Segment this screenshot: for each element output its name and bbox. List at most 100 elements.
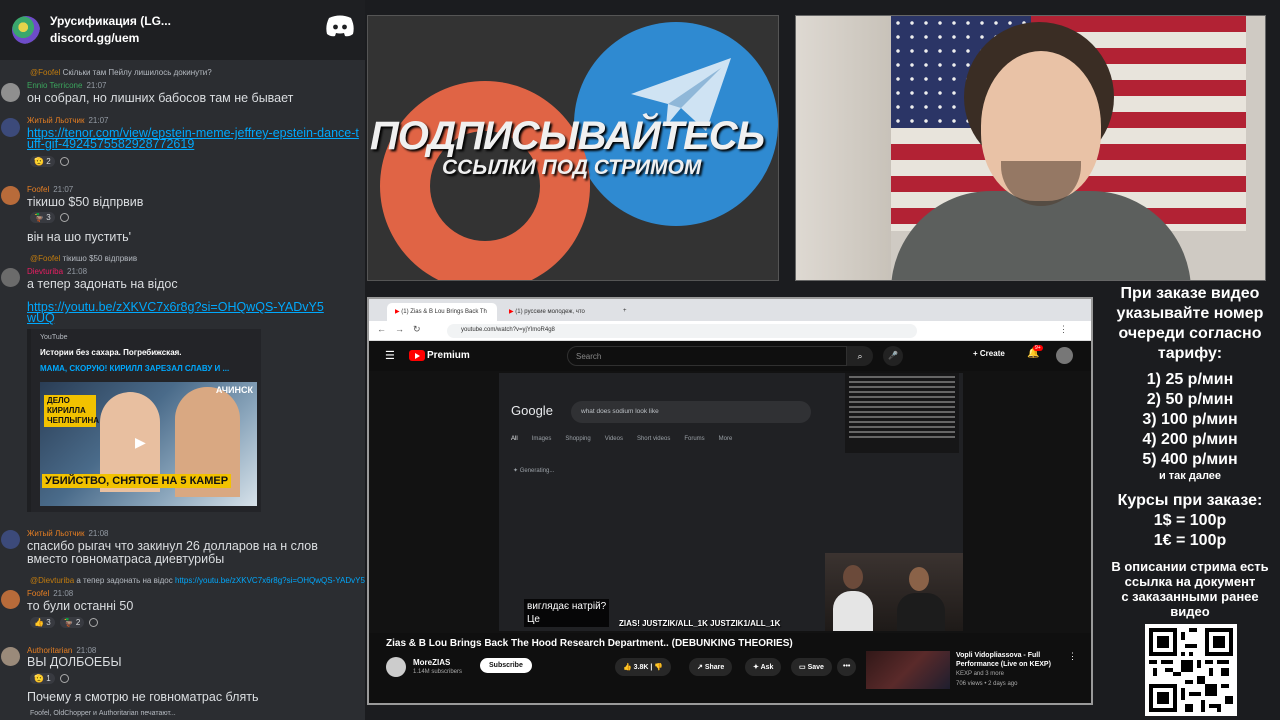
server-name: Урусификация (LG... bbox=[50, 14, 171, 28]
username[interactable]: Dievturiba 21:08 bbox=[27, 267, 87, 276]
save-button[interactable]: ▭ Save bbox=[791, 658, 832, 676]
subscribe-promo: ПОДПИСЫВАЙТЕСЬ ССЫЛКИ ПОД СТРИМОМ bbox=[367, 15, 779, 281]
qr-code bbox=[1145, 624, 1237, 716]
reactions[interactable]: 🦆 3 bbox=[30, 212, 69, 223]
thumbnail-badge: ДЕЛО КИРИЛЛА ЧЕПЛЫГИНА bbox=[44, 395, 99, 427]
patreon-logo-icon bbox=[380, 81, 590, 280]
like-button[interactable]: 👍 3.8K | 👎 bbox=[615, 658, 672, 676]
add-reaction-icon[interactable] bbox=[59, 213, 69, 222]
avatar[interactable] bbox=[1, 268, 20, 287]
generating-label: ✦ Generating... bbox=[513, 468, 555, 474]
username[interactable]: Foofel 21:08 bbox=[27, 589, 73, 598]
message-link[interactable]: https://tenor.com/view/epstein-meme-jeff… bbox=[27, 127, 362, 151]
description-note: с заказанными ранее bbox=[1121, 589, 1259, 604]
embed-thumbnail[interactable]: ДЕЛО КИРИЛЛА ЧЕПЛЫГИНА АЧИНСК ▶ УБИЙСТВО… bbox=[40, 382, 257, 506]
tariff-item: 4) 200 р/мин bbox=[1142, 431, 1238, 448]
tab-youtube-second[interactable]: ▶ (1) русские молодеж, что bbox=[501, 303, 611, 321]
microphone-icon[interactable]: 🎤 bbox=[883, 346, 903, 366]
avatar[interactable] bbox=[1, 83, 20, 102]
webcam-feed bbox=[795, 15, 1266, 281]
thumbnail-caption: УБИЙСТВО, СНЯТОЕ НА 5 КАМЕР bbox=[42, 474, 232, 488]
subscribe-button[interactable]: Subscribe bbox=[480, 658, 532, 673]
video-frame: Google what does sodium look like All Ima… bbox=[499, 373, 963, 631]
embed-author[interactable]: Истории без сахара. Погребижская. bbox=[40, 348, 182, 357]
avatar[interactable] bbox=[1, 118, 20, 137]
premium-label[interactable]: Premium bbox=[427, 350, 470, 361]
rate-item: 1€ = 100р bbox=[1153, 532, 1227, 549]
reactions[interactable]: 🫡 2 bbox=[30, 156, 69, 167]
avatar[interactable] bbox=[1056, 347, 1073, 364]
order-intro: очереди согласно bbox=[1118, 325, 1262, 342]
tariff-item: 1) 25 р/мин bbox=[1146, 371, 1234, 388]
tariff-item: 2) 50 р/мин bbox=[1146, 391, 1234, 408]
add-reaction-icon[interactable] bbox=[59, 157, 69, 166]
server-link[interactable]: discord.gg/uem bbox=[50, 30, 171, 47]
channel-name[interactable]: MoreZIAS bbox=[413, 658, 450, 667]
reaction[interactable]: 🦆 2 bbox=[59, 617, 85, 628]
message-text: ВЫ ДОЛБОЕБЫ bbox=[27, 655, 122, 669]
order-intro: тарифу: bbox=[1157, 345, 1223, 362]
reaction[interactable]: 🫡 1 bbox=[30, 673, 55, 684]
add-reaction-icon[interactable] bbox=[89, 618, 99, 627]
reaction[interactable]: 🫡 2 bbox=[30, 156, 55, 167]
avatar[interactable] bbox=[1, 590, 20, 609]
recommended-video[interactable]: Vopli Vidopliassova - Full Performance (… bbox=[866, 651, 1086, 689]
recommended-thumbnail[interactable] bbox=[866, 651, 950, 689]
reaction[interactable]: 🦆 3 bbox=[30, 212, 55, 223]
username[interactable]: Житый Льотчик 21:08 bbox=[27, 529, 108, 538]
message-text: він на шо пустить' bbox=[27, 230, 132, 244]
message-link[interactable]: https://youtu.be/zXKVC7x6r8g?si=OHQwQS-Y… bbox=[27, 301, 327, 325]
tab-youtube-video[interactable]: ▶ (1) Zias & B Lou Brings Back Th bbox=[387, 303, 497, 321]
description-note: видео bbox=[1170, 604, 1210, 619]
video-player[interactable]: Google what does sodium look like All Ima… bbox=[369, 371, 1091, 633]
discord-chat-panel: Урусификация (LG... discord.gg/uem @Foof… bbox=[0, 0, 365, 720]
reply-preview[interactable]: @Foofel тікишо $50 відпрвив bbox=[30, 254, 137, 263]
forward-icon[interactable]: → bbox=[395, 324, 404, 334]
reactions[interactable]: 🫡 1 bbox=[30, 673, 69, 684]
create-button[interactable]: + Create bbox=[973, 349, 1005, 358]
kebab-menu-icon[interactable]: ⋮ bbox=[1068, 651, 1077, 662]
bell-icon[interactable]: 🔔 9+ bbox=[1027, 345, 1043, 359]
new-tab-button[interactable]: + bbox=[615, 303, 635, 321]
reaction[interactable]: 👍 3 bbox=[30, 617, 55, 628]
message-text: вместо говноматраса диевтурибы bbox=[27, 552, 225, 566]
reply-preview[interactable]: @Dievturiba а тепер задонать на відос ht… bbox=[30, 576, 365, 585]
thumbnail-city: АЧИНСК bbox=[215, 385, 253, 395]
hamburger-icon[interactable]: ☰ bbox=[385, 349, 395, 362]
server-icon bbox=[12, 16, 40, 44]
search-icon[interactable]: ⌕ bbox=[847, 346, 873, 366]
reactions[interactable]: 👍 3 🦆 2 bbox=[30, 617, 99, 628]
back-icon[interactable]: ← bbox=[377, 324, 386, 334]
recommended-channel: KEXP and 3 more bbox=[956, 671, 1004, 677]
username[interactable]: Foofel 21:07 bbox=[27, 185, 73, 194]
menu-icon[interactable]: ⋮ bbox=[1059, 324, 1068, 335]
google-search-box: what does sodium look like bbox=[571, 401, 811, 423]
browser-capture: ▶ (1) Zias & B Lou Brings Back Th ▶ (1) … bbox=[367, 297, 1093, 705]
add-reaction-icon[interactable] bbox=[59, 674, 69, 683]
typing-indicator: Foofel, OldChopper и Authoritarian печат… bbox=[0, 707, 365, 720]
youtube-embed[interactable]: YouTube Истории без сахара. Погребижская… bbox=[27, 329, 261, 512]
chat-header: Урусификация (LG... discord.gg/uem bbox=[0, 0, 365, 60]
embed-title[interactable]: МАМА, СКОРУЮ! КИРИЛЛ ЗАРЕЗАЛ СЛАВУ И ... bbox=[40, 364, 229, 373]
google-logo: Google bbox=[511, 403, 553, 418]
reload-icon[interactable]: ↻ bbox=[413, 324, 421, 335]
share-button[interactable]: ↗ Share bbox=[689, 658, 733, 676]
avatar[interactable] bbox=[1, 647, 20, 666]
channel-avatar[interactable] bbox=[386, 657, 406, 677]
avatar[interactable] bbox=[1, 530, 20, 549]
username[interactable]: Ennio Terricone 21:07 bbox=[27, 81, 106, 90]
search-input[interactable]: Search bbox=[567, 346, 847, 366]
youtube-logo-icon[interactable] bbox=[409, 350, 425, 361]
video-title: Zias & B Lou Brings Back The Hood Resear… bbox=[386, 638, 793, 649]
address-bar[interactable]: youtube.com/watch?v=yjYlmoR4g8 bbox=[447, 324, 917, 338]
message-text: а тепер задонать на відос bbox=[27, 277, 178, 291]
username[interactable]: Житый Льотчик 21:07 bbox=[27, 116, 108, 125]
avatar[interactable] bbox=[1, 186, 20, 205]
play-icon[interactable]: ▶ bbox=[135, 434, 146, 451]
message-text: тікишо $50 відпрвив bbox=[27, 195, 144, 209]
username[interactable]: Authoritarian 21:08 bbox=[27, 646, 96, 655]
recommended-title[interactable]: Vopli Vidopliassova - Full Performance (… bbox=[956, 651, 1076, 669]
overlay-webcam bbox=[825, 553, 963, 631]
reply-preview[interactable]: @Foofel Скільки там Пейлу лишилось докин… bbox=[30, 68, 212, 77]
ask-button[interactable]: ✦ Ask bbox=[745, 658, 782, 676]
